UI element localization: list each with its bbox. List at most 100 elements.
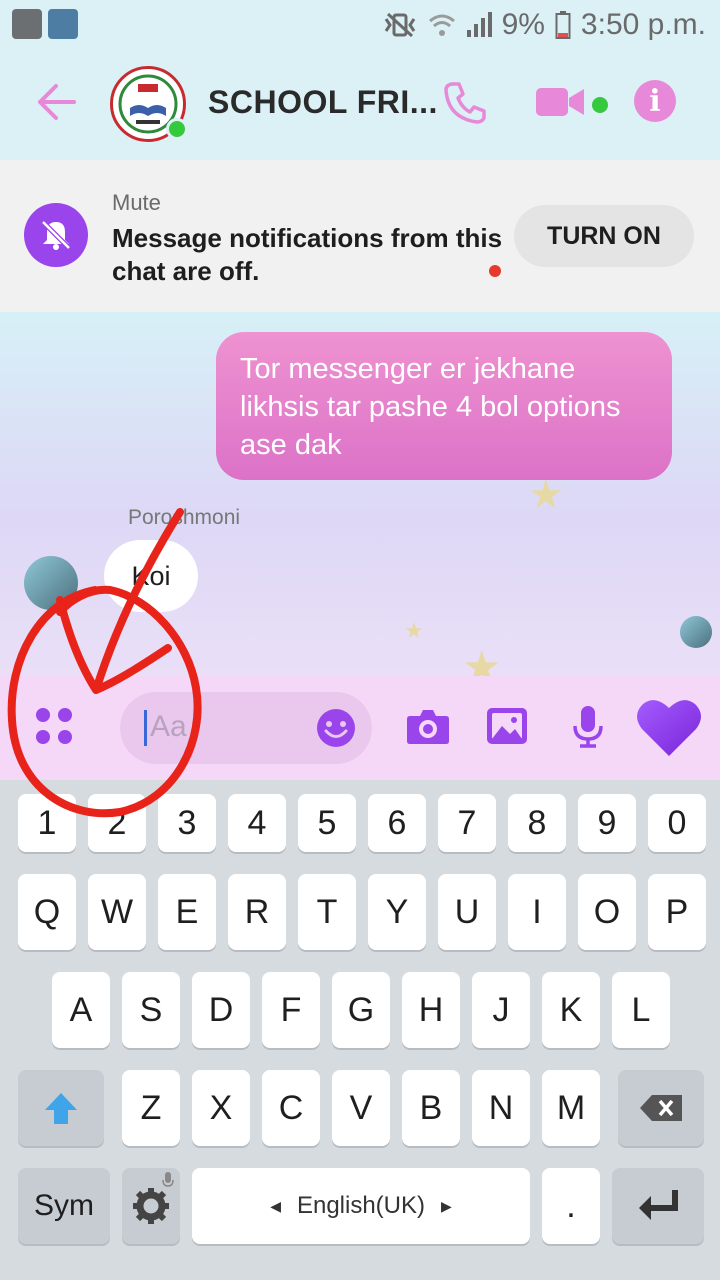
settings-key[interactable] <box>122 1168 180 1244</box>
menu-dots-icon[interactable] <box>36 708 76 748</box>
keyboard: 1 2 3 4 5 6 7 8 9 0 Q W E R T Y U I O P … <box>0 780 720 1280</box>
backspace-key[interactable] <box>618 1070 704 1146</box>
gear-icon <box>133 1188 169 1224</box>
camera-button[interactable] <box>406 706 450 751</box>
key-1[interactable]: 1 <box>18 794 76 852</box>
key-b[interactable]: B <box>402 1070 460 1146</box>
emoji-icon <box>317 709 355 747</box>
emoji-button[interactable] <box>316 708 356 753</box>
backspace-icon <box>640 1095 682 1121</box>
sym-key[interactable]: Sym <box>18 1168 110 1244</box>
key-4[interactable]: 4 <box>228 794 286 852</box>
enter-key[interactable] <box>612 1168 704 1244</box>
key-l[interactable]: L <box>612 972 670 1048</box>
star-decoration: ★ <box>404 618 424 643</box>
enter-icon <box>639 1190 678 1220</box>
lang-left-arrow-icon: ◀ <box>270 1197 281 1214</box>
key-d[interactable]: D <box>192 972 250 1048</box>
key-c[interactable]: C <box>262 1070 320 1146</box>
phone-icon <box>444 82 486 124</box>
key-7[interactable]: 7 <box>438 794 496 852</box>
info-icon: i <box>649 83 661 119</box>
key-z[interactable]: Z <box>122 1070 180 1146</box>
seen-avatar <box>680 616 712 648</box>
key-2[interactable]: 2 <box>88 794 146 852</box>
info-button[interactable]: i <box>634 80 676 122</box>
message-list[interactable]: ★ ★ ★ Tor messenger er jekhane likhsis t… <box>0 312 720 676</box>
key-w[interactable]: W <box>88 874 146 950</box>
message-input[interactable]: Aa <box>120 692 372 764</box>
bell-off-icon <box>24 203 88 267</box>
chat-header: SCHOOL FRI... i <box>0 50 720 160</box>
key-9[interactable]: 9 <box>578 794 636 852</box>
sender-avatar[interactable] <box>24 556 78 610</box>
image-icon <box>487 708 527 744</box>
key-6[interactable]: 6 <box>368 794 426 852</box>
gallery-button[interactable] <box>486 706 528 751</box>
key-p[interactable]: P <box>648 874 706 950</box>
key-q[interactable]: Q <box>18 874 76 950</box>
chat-title[interactable]: SCHOOL FRI... <box>208 84 438 121</box>
key-x[interactable]: X <box>192 1070 250 1146</box>
key-8[interactable]: 8 <box>508 794 566 852</box>
key-g[interactable]: G <box>332 972 390 1048</box>
space-language-label: English(UK) <box>296 1192 426 1219</box>
battery-percent: 9% <box>501 8 545 41</box>
online-indicator <box>166 118 188 140</box>
space-key[interactable]: ◀ English(UK) ▶ <box>192 1168 530 1244</box>
group-avatar[interactable] <box>110 66 188 142</box>
video-active-indicator <box>592 97 608 113</box>
wifi-icon <box>428 14 455 36</box>
key-r[interactable]: R <box>228 874 286 950</box>
outgoing-message[interactable]: Tor messenger er jekhane likhsis tar pas… <box>216 332 672 480</box>
mute-label: Mute <box>112 190 161 215</box>
app-icon <box>12 9 42 39</box>
status-bar: 9% 3:50 p.m. <box>0 0 720 50</box>
call-button[interactable] <box>444 80 486 129</box>
period-key[interactable]: . <box>542 1168 600 1244</box>
video-call-button[interactable] <box>536 80 586 129</box>
back-button[interactable] <box>34 82 78 127</box>
key-m[interactable]: M <box>542 1070 600 1146</box>
message-placeholder: Aa <box>150 710 187 743</box>
key-n[interactable]: N <box>472 1070 530 1146</box>
app-icon <box>48 9 78 39</box>
text-caret <box>144 710 147 746</box>
key-s[interactable]: S <box>122 972 180 1048</box>
back-arrow-icon <box>38 84 76 120</box>
key-t[interactable]: T <box>298 874 356 950</box>
key-0[interactable]: 0 <box>648 794 706 852</box>
heart-icon <box>637 700 701 756</box>
key-i[interactable]: I <box>508 874 566 950</box>
mute-banner: Mute Message notifications from this cha… <box>0 160 720 312</box>
composer-bar: Aa <box>0 676 720 780</box>
key-v[interactable]: V <box>332 1070 390 1146</box>
camera-icon <box>407 710 449 744</box>
key-h[interactable]: H <box>402 972 460 1048</box>
key-a[interactable]: A <box>52 972 110 1048</box>
voice-button[interactable] <box>572 706 604 753</box>
star-decoration: ★ <box>462 643 502 676</box>
shift-key[interactable] <box>18 1070 104 1146</box>
battery-icon <box>555 11 571 39</box>
key-y[interactable]: Y <box>368 874 426 950</box>
key-u[interactable]: U <box>438 874 496 950</box>
clock: 3:50 p.m. <box>580 8 706 41</box>
shift-arrow-icon <box>45 1093 77 1124</box>
key-o[interactable]: O <box>578 874 636 950</box>
key-k[interactable]: K <box>542 972 600 1048</box>
key-e[interactable]: E <box>158 874 216 950</box>
signal-icon <box>466 12 492 37</box>
key-j[interactable]: J <box>472 972 530 1048</box>
notification-dot <box>489 265 501 277</box>
heart-reaction-button[interactable] <box>636 696 702 763</box>
mic-small-icon <box>162 1172 174 1187</box>
video-camera-icon <box>536 88 584 116</box>
key-f[interactable]: F <box>262 972 320 1048</box>
key-3[interactable]: 3 <box>158 794 216 852</box>
turn-on-button[interactable]: TURN ON <box>514 205 694 267</box>
sender-name: Poroshmoni <box>128 506 241 529</box>
key-5[interactable]: 5 <box>298 794 356 852</box>
mute-vibrate-icon <box>384 12 415 38</box>
incoming-message[interactable]: Koi <box>104 540 198 612</box>
